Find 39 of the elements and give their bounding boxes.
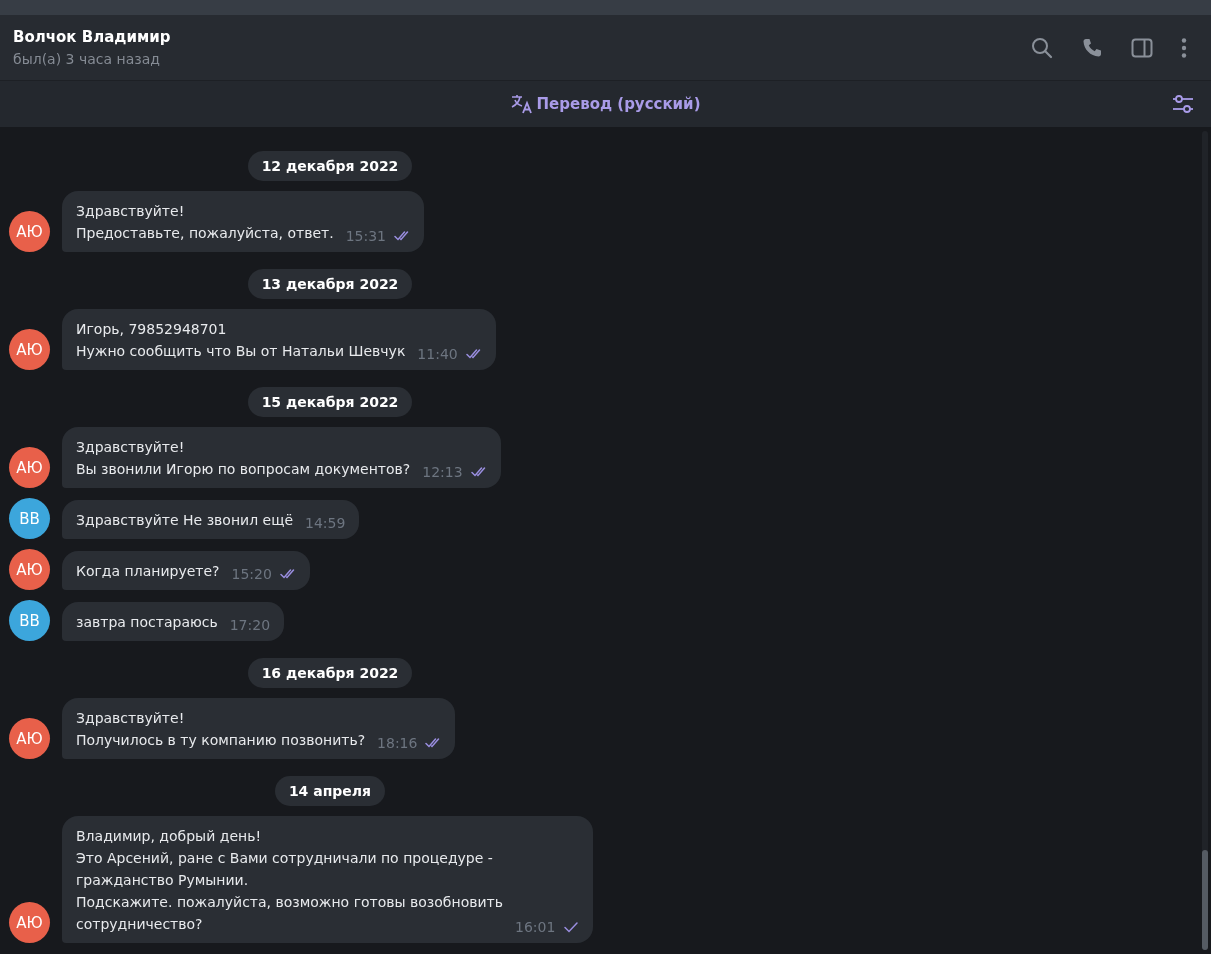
contact-name: Волчок Владимир xyxy=(13,28,171,46)
translate-icon[interactable] xyxy=(510,94,533,114)
message-time: 14:59 xyxy=(305,514,346,533)
filter-settings-icon[interactable] xyxy=(1171,93,1195,115)
avatar[interactable]: АЮ xyxy=(9,902,50,943)
more-menu-icon[interactable] xyxy=(1181,36,1187,59)
message-time: 15:20 xyxy=(231,565,272,584)
date-pill: 12 декабря 2022 xyxy=(247,151,413,181)
avatar[interactable]: АЮ xyxy=(9,329,50,370)
message-text: Здравствуйте! Получилось в ту компанию позвонить? xyxy=(76,709,366,750)
avatar[interactable]: ВВ xyxy=(9,600,50,641)
message-time: 17:20 xyxy=(229,616,271,635)
avatar[interactable]: ВВ xyxy=(9,498,50,539)
date-pill: 16 декабря 2022 xyxy=(247,658,413,688)
date-pill: 14 апреля xyxy=(274,776,386,806)
message-time: 18:16 xyxy=(377,734,418,753)
message-time: 12:13 xyxy=(422,463,463,482)
sidebar-panel-icon[interactable] xyxy=(1131,36,1153,59)
avatar[interactable]: АЮ xyxy=(9,447,50,488)
avatar[interactable]: АЮ xyxy=(9,211,50,252)
phone-icon[interactable] xyxy=(1081,36,1103,59)
avatar[interactable]: АЮ xyxy=(9,549,50,590)
avatar[interactable]: АЮ xyxy=(9,718,50,759)
message-text: Игорь, 79852948701 Нужно сообщить что Вы от Натальи Шевчук xyxy=(76,320,406,361)
last-seen-status: был(а) 3 часа назад xyxy=(13,51,161,67)
translate-button[interactable]: Перевод (русский) xyxy=(536,95,701,113)
message-time: 16:01 xyxy=(514,918,556,937)
message-text: Владимир, добрый день! Это Арсений, ране с Вами сотрудничали по процедуре - гражданство Румынии. Подскажите. пожалуйста, возможно готовы возобновить сотрудничество? xyxy=(76,827,503,934)
message-text: Когда планируете? xyxy=(76,562,220,581)
message-time: 11:40 xyxy=(417,345,458,364)
message-text: Здравствуйте! Предоставьте, пожалуйста, ответ. xyxy=(76,202,334,243)
date-pill: 13 декабря 2022 xyxy=(247,269,413,299)
search-icon[interactable] xyxy=(1031,36,1053,59)
scrollbar[interactable] xyxy=(1202,131,1208,950)
message-text: завтра постараюсь xyxy=(76,613,218,632)
date-pill: 15 декабря 2022 xyxy=(247,387,413,417)
message-text: Здравствуйте! Вы звонили Игорю по вопросам документов? xyxy=(76,438,411,479)
message-text: Здравствуйте Не звонил ещё xyxy=(76,511,293,530)
message-time: 15:31 xyxy=(345,227,386,246)
